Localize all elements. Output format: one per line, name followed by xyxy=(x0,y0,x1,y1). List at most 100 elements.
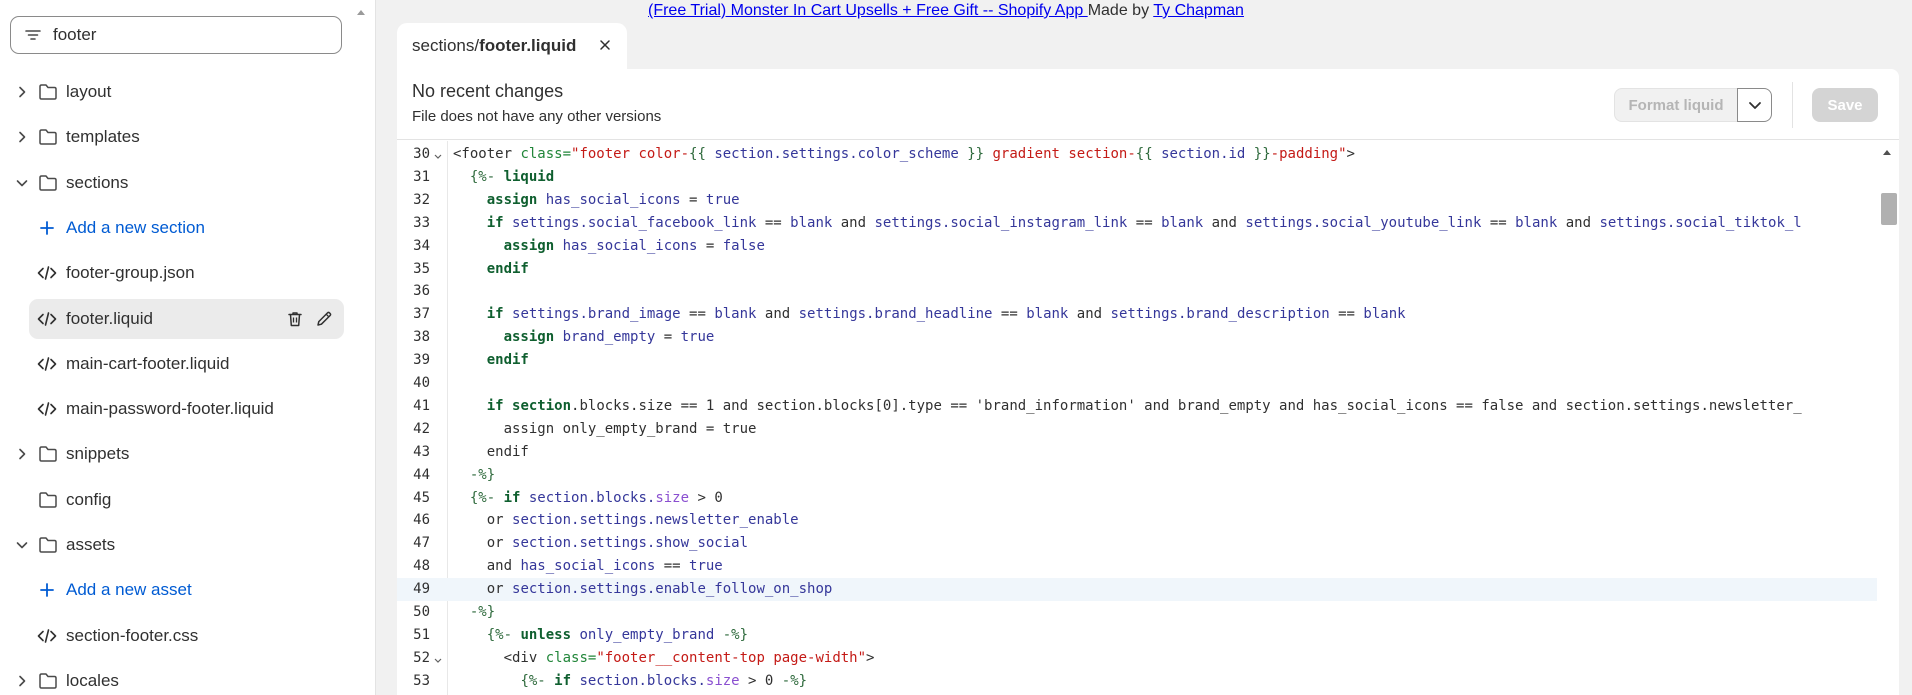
line-source: and has_social_icons == true xyxy=(453,558,723,574)
folder-snippets[interactable]: snippets xyxy=(0,432,375,476)
banner-app-link[interactable]: (Free Trial) Monster In Cart Upsells + F… xyxy=(648,2,1088,19)
line-number: 49 xyxy=(413,581,430,597)
folder-sections[interactable]: sections xyxy=(0,161,375,205)
line-source: if settings.brand_image == blank and set… xyxy=(486,306,1406,322)
format-liquid-button[interactable]: Format liquid xyxy=(1614,88,1738,122)
folder-layout[interactable]: layout xyxy=(0,70,375,114)
caret-up-icon[interactable] xyxy=(1881,147,1893,157)
chevron-down-icon[interactable] xyxy=(14,537,30,553)
code-line[interactable]: 48 and has_social_icons == true xyxy=(397,555,1877,578)
line-source: or section.settings.newsletter_enable xyxy=(453,512,799,528)
code-line[interactable]: 43 endif xyxy=(397,441,1877,464)
folder-icon xyxy=(38,491,58,509)
pencil-icon[interactable] xyxy=(314,309,334,329)
folder-icon xyxy=(38,536,58,554)
code-line[interactable]: 49 or section.settings.enable_follow_on_… xyxy=(397,578,1877,601)
action-add-a-new-asset[interactable]: Add a new asset xyxy=(0,568,375,612)
toolbar-divider xyxy=(1792,82,1793,128)
code-line[interactable]: 36 xyxy=(397,280,1877,303)
code-line[interactable]: 52 <div class="footer__content-top page-… xyxy=(397,647,1877,670)
tree-item-label: Add a new asset xyxy=(66,580,192,599)
file-section-footer-css[interactable]: section-footer.css xyxy=(0,614,375,658)
code-icon xyxy=(37,356,57,372)
scrollbar-thumb[interactable] xyxy=(1881,193,1897,225)
format-options-dropdown[interactable] xyxy=(1737,88,1772,122)
code-icon xyxy=(37,311,57,327)
tree-item-label: layout xyxy=(66,82,112,101)
line-number: 51 xyxy=(413,627,430,643)
file-sidebar: layout templates sections Add a new section… xyxy=(0,0,376,695)
code-line[interactable]: 40 xyxy=(397,372,1877,395)
code-line[interactable]: 39 endif xyxy=(397,349,1877,372)
trash-icon[interactable] xyxy=(285,309,305,329)
action-add-a-new-section[interactable]: Add a new section xyxy=(0,206,375,250)
line-source: if section.blocks.size == 1 and section.… xyxy=(486,398,1802,414)
line-source: {%- unless only_empty_brand -%} xyxy=(486,627,749,643)
code-line[interactable]: 30 <footer class="footer color-{{ section… xyxy=(397,143,1877,166)
file-main-password-footer-liquid[interactable]: main-password-footer.liquid xyxy=(0,387,375,431)
tree-item-label: templates xyxy=(66,127,140,146)
code-line[interactable]: 50 -%} xyxy=(397,601,1877,624)
line-source: -%} xyxy=(469,467,496,483)
code-line[interactable]: 42 assign only_empty_brand = true xyxy=(397,418,1877,441)
chevron-right-icon[interactable] xyxy=(14,673,30,689)
line-number: 41 xyxy=(413,398,430,414)
code-line[interactable]: 47 or section.settings.show_social xyxy=(397,532,1877,555)
chevron-right-icon[interactable] xyxy=(14,84,30,100)
folder-templates[interactable]: templates xyxy=(0,115,375,159)
code-line[interactable]: 37 if settings.brand_image == blank and … xyxy=(397,303,1877,326)
sidebar-scroll-up-icon[interactable] xyxy=(355,6,367,18)
line-number: 47 xyxy=(413,535,430,551)
line-number: 31 xyxy=(413,169,430,185)
banner-author-link[interactable]: Ty Chapman xyxy=(1153,2,1244,19)
line-number: 37 xyxy=(413,306,430,322)
line-source: assign has_social_icons = false xyxy=(503,238,765,254)
folder-assets[interactable]: assets xyxy=(0,523,375,567)
code-line[interactable]: 38 assign brand_empty = true xyxy=(397,326,1877,349)
tab-file-name: footer.liquid xyxy=(479,36,577,55)
tree-item-label: main-password-footer.liquid xyxy=(66,399,274,418)
code-line[interactable]: 31 {%- liquid xyxy=(397,166,1877,189)
folder-config[interactable]: config xyxy=(0,478,375,522)
code-line[interactable]: 51 {%- unless only_empty_brand -%} xyxy=(397,624,1877,647)
code-icon xyxy=(37,401,57,417)
code-line[interactable]: 53 {%- if section.blocks.size > 0 -%} xyxy=(397,670,1877,693)
file-search-box[interactable] xyxy=(10,16,342,54)
code-line[interactable]: 34 assign has_social_icons = false xyxy=(397,235,1877,258)
close-icon[interactable] xyxy=(597,37,613,53)
code-line[interactable]: 33 if settings.social_facebook_link == b… xyxy=(397,212,1877,235)
code-line[interactable]: 46 or section.settings.newsletter_enable xyxy=(397,509,1877,532)
folder-locales[interactable]: locales xyxy=(0,659,375,695)
code-line[interactable]: 41 if section.blocks.size == 1 and secti… xyxy=(397,395,1877,418)
line-source: <div class="footer__content-top page-wid… xyxy=(503,650,875,666)
plus-icon xyxy=(38,219,56,237)
line-number: 48 xyxy=(413,558,430,574)
line-number: 42 xyxy=(413,421,430,437)
line-source: {%- if section.blocks.size > 0 xyxy=(469,490,723,506)
save-button[interactable]: Save xyxy=(1812,88,1878,122)
code-line[interactable]: 45 {%- if section.blocks.size > 0 xyxy=(397,487,1877,510)
panel-divider xyxy=(397,139,1899,140)
file-main-cart-footer-liquid[interactable]: main-cart-footer.liquid xyxy=(0,342,375,386)
line-number: 33 xyxy=(413,215,430,231)
code-editor[interactable]: 30 <footer class="footer color-{{ section… xyxy=(397,141,1899,695)
code-line[interactable]: 32 assign has_social_icons = true xyxy=(397,189,1877,212)
line-number: 38 xyxy=(413,329,430,345)
line-source: if settings.social_facebook_link == blan… xyxy=(486,215,1802,231)
chevron-down-icon[interactable] xyxy=(14,175,30,191)
tab-footer-liquid[interactable]: sections/footer.liquid xyxy=(397,23,627,69)
file-footer-group-json[interactable]: footer-group.json xyxy=(0,251,375,295)
file-footer-liquid[interactable]: footer.liquid xyxy=(0,297,375,341)
code-line[interactable]: 35 endif xyxy=(397,258,1877,281)
tree-item-label: sections xyxy=(66,173,129,192)
line-source: endif xyxy=(486,261,529,277)
chevron-right-icon[interactable] xyxy=(14,446,30,462)
line-source: endif xyxy=(453,444,529,460)
search-input[interactable] xyxy=(53,25,313,45)
chevron-right-icon[interactable] xyxy=(14,129,30,145)
line-source: assign has_social_icons = true xyxy=(486,192,740,208)
plus-icon xyxy=(38,581,56,599)
folder-icon xyxy=(38,174,58,192)
code-line[interactable]: 44 -%} xyxy=(397,464,1877,487)
line-number: 34 xyxy=(413,238,430,254)
